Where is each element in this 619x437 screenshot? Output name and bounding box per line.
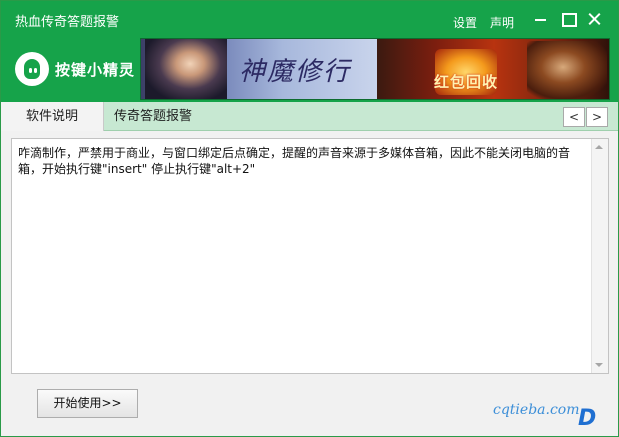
vertical-scrollbar[interactable] xyxy=(591,139,608,373)
scroll-up-icon[interactable] xyxy=(595,145,603,149)
maximize-icon[interactable] xyxy=(558,9,578,29)
ad-banner[interactable]: 神魔修行 红包回收 xyxy=(140,38,610,100)
about-link[interactable]: 声明 xyxy=(490,14,514,31)
settings-link[interactable]: 设置 xyxy=(453,14,477,31)
start-button[interactable]: 开始使用>> xyxy=(37,389,138,418)
watermark-logo-letter: D xyxy=(578,406,597,431)
app-window: 热血传奇答题报警 设置 声明 按键小精灵 神魔修行 红包回收 软件说明 传奇答题… xyxy=(0,0,619,437)
banner-right-panel: 红包回收 xyxy=(377,39,609,99)
watermark-site: cqtieba.com xyxy=(493,402,580,418)
banner-left-panel: 神魔修行 xyxy=(141,39,377,99)
window-title: 热血传奇答题报警 xyxy=(15,15,120,30)
banner-warrior-image xyxy=(527,41,607,99)
close-icon[interactable] xyxy=(585,9,605,29)
banner-title-left: 神魔修行 xyxy=(239,57,352,87)
logo-text: 按键小精灵 xyxy=(55,61,136,79)
tab-bar: 软件说明 传奇答题报警 < > xyxy=(1,102,618,131)
watermark-logo: D xyxy=(578,406,614,432)
logo: 按键小精灵 xyxy=(13,50,143,90)
banner-character-image xyxy=(145,39,227,99)
banner-title-right: 红包回收 xyxy=(434,73,499,91)
minimize-icon[interactable] xyxy=(531,9,551,29)
description-textbox[interactable]: 咋滴制作，严禁用于商业，与窗口绑定后点确定，提醒的声音来源于多媒体音箱，因此不能… xyxy=(11,138,609,374)
scroll-down-icon[interactable] xyxy=(595,363,603,367)
tab-quiz-alarm[interactable]: 传奇答题报警 xyxy=(109,102,197,131)
tab-software-info[interactable]: 软件说明 xyxy=(1,102,104,131)
tab-prev-button[interactable]: < xyxy=(563,107,585,127)
tab-next-button[interactable]: > xyxy=(586,107,608,127)
sprite-logo-icon xyxy=(15,52,49,86)
description-text: 咋滴制作，严禁用于商业，与窗口绑定后点确定，提醒的声音来源于多媒体音箱，因此不能… xyxy=(18,146,571,176)
title-bar: 热血传奇答题报警 设置 声明 xyxy=(1,1,618,36)
